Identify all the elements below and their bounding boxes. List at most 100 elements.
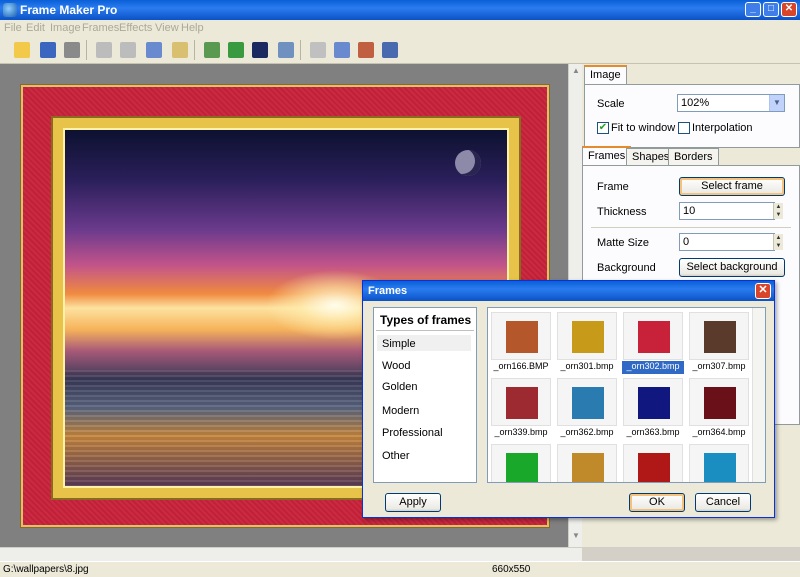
cancel-button[interactable]: Cancel <box>695 493 751 512</box>
print-icon[interactable] <box>64 42 80 58</box>
thumbnail-caption: _orn302.bmp <box>622 361 684 374</box>
ok-button[interactable]: OK <box>629 493 685 512</box>
frame-swatch <box>638 387 670 419</box>
select-background-button[interactable]: Select background <box>679 258 785 277</box>
window-title: Frame Maker Pro <box>20 3 118 17</box>
tab-borders[interactable]: Borders <box>668 148 719 166</box>
frame-swatch <box>506 387 538 419</box>
thumbnail-caption: _orn301.bmp <box>560 361 614 371</box>
thumbnail-image <box>491 312 551 360</box>
scale-dropdown[interactable]: 102% ▼ <box>677 94 785 112</box>
scale-label: Scale <box>597 98 625 110</box>
menu-edit[interactable]: Edit <box>26 22 45 34</box>
toolbar-separator <box>194 40 195 60</box>
frame-type-wood[interactable]: Wood <box>382 360 411 372</box>
thickness-spinner[interactable]: ▲ ▼ <box>773 203 783 219</box>
frame-thumbnail[interactable]: _orn301.bmp <box>556 310 618 374</box>
frame-label: Frame <box>597 181 629 193</box>
copy-icon[interactable] <box>146 42 162 58</box>
save-icon[interactable] <box>40 42 56 58</box>
maximize-button[interactable]: □ <box>763 2 779 17</box>
image-tab-page: Scale 102% ▼ ✔ Fit to window Interpolati… <box>584 84 800 148</box>
thumbnail-caption: _orn362.bmp <box>560 427 614 437</box>
frame-type-professional[interactable]: Professional <box>382 427 443 439</box>
select-frame-button[interactable]: Select frame <box>679 177 785 196</box>
canvas-horizontal-scrollbar[interactable] <box>0 547 582 561</box>
thumbnail-caption: _orn364.bmp <box>692 427 746 437</box>
frame-types-list: Types of frames Simple Wood Golden Moder… <box>373 307 477 483</box>
divider <box>591 227 791 228</box>
thumbnail-image <box>689 378 749 426</box>
matte-size-input[interactable]: 0 <box>679 233 775 251</box>
divider <box>376 330 474 331</box>
open-icon[interactable] <box>14 42 30 58</box>
thumbnail-image <box>623 378 683 426</box>
frame-thumbnails-grid: _orn166.BMP _orn301.bmp _orn302.bmp _orn307… <box>487 307 766 483</box>
frame-thumbnail[interactable]: _orn362.bmp <box>556 376 618 440</box>
thumbnail-image <box>557 444 617 482</box>
paste-icon[interactable] <box>172 42 188 58</box>
crop-icon[interactable] <box>310 42 326 58</box>
scroll-down-icon[interactable]: ▼ <box>570 531 582 543</box>
frame-icon[interactable] <box>252 42 268 58</box>
frame-thumbnail[interactable]: _orn339.bmp <box>490 376 552 440</box>
dialog-close-icon[interactable]: ✕ <box>755 283 771 299</box>
apply-button[interactable]: Apply <box>385 493 441 512</box>
tab-image[interactable]: Image <box>584 65 627 85</box>
thumbnail-image <box>557 312 617 360</box>
frame-type-golden[interactable]: Golden <box>382 381 417 393</box>
resize-icon[interactable] <box>334 42 350 58</box>
frame-swatch <box>506 453 538 482</box>
brush-icon[interactable] <box>278 42 294 58</box>
picture-icon[interactable] <box>228 42 244 58</box>
menu-file[interactable]: File <box>4 22 22 34</box>
frame-thumbnail[interactable]: _orn302.bmp <box>622 310 684 374</box>
toolbar-separator <box>86 40 87 60</box>
frame-thumbnail[interactable] <box>688 442 750 482</box>
thumbnail-caption: _orn339.bmp <box>494 427 548 437</box>
frame-thumbnail[interactable]: _orn307.bmp <box>688 310 750 374</box>
toolbar-separator <box>300 40 301 60</box>
menu-image[interactable]: Image <box>50 22 81 34</box>
menu-bar: File Edit Image Frames Effects View Help <box>0 20 800 36</box>
undo-icon[interactable] <box>96 42 112 58</box>
text-icon[interactable] <box>358 42 374 58</box>
frame-thumbnail[interactable]: _orn364.bmp <box>688 376 750 440</box>
frame-thumbnail[interactable]: _orn363.bmp <box>622 376 684 440</box>
menu-frames[interactable]: Frames <box>82 22 119 34</box>
frame-type-other[interactable]: Other <box>382 450 410 462</box>
scroll-up-icon[interactable]: ▲ <box>570 66 582 78</box>
background-label: Background <box>597 262 656 274</box>
frame-swatch <box>572 387 604 419</box>
scale-value: 102% <box>681 97 710 109</box>
menu-help[interactable]: Help <box>181 22 204 34</box>
menu-view[interactable]: View <box>155 22 179 34</box>
document-icon[interactable] <box>382 42 398 58</box>
thumbnail-caption: _orn363.bmp <box>626 427 680 437</box>
status-bar: G:\wallpapers\8.jpg 660x550 <box>0 561 800 577</box>
thumbnail-caption: _orn166.BMP <box>493 361 549 371</box>
fit-to-window-checkbox[interactable]: ✔ <box>597 122 609 134</box>
matte-size-spinner[interactable]: ▲ ▼ <box>773 234 783 250</box>
thickness-input[interactable]: 10 <box>679 202 775 220</box>
matte-size-label: Matte Size <box>597 237 649 249</box>
redo-icon[interactable] <box>120 42 136 58</box>
frame-swatch <box>704 453 736 482</box>
frame-type-simple[interactable]: Simple <box>382 338 416 350</box>
menu-effects[interactable]: Effects <box>119 22 152 34</box>
interpolation-checkbox[interactable] <box>678 122 690 134</box>
chevron-down-icon[interactable]: ▼ <box>769 95 784 111</box>
tab-frames[interactable]: Frames <box>582 146 632 166</box>
close-button[interactable]: ✕ <box>781 2 797 17</box>
frame-type-modern[interactable]: Modern <box>382 405 419 417</box>
frame-swatch <box>638 321 670 353</box>
title-bar: Frame Maker Pro _ □ ✕ <box>0 0 800 20</box>
minimize-button[interactable]: _ <box>745 2 761 17</box>
frame-thumbnail[interactable] <box>622 442 684 482</box>
thumbnail-image <box>557 378 617 426</box>
frame-thumbnail[interactable] <box>556 442 618 482</box>
image-icon[interactable] <box>204 42 220 58</box>
frame-thumbnail[interactable] <box>490 442 552 482</box>
frame-thumbnail[interactable]: _orn166.BMP <box>490 310 552 374</box>
thumbnails-scrollbar[interactable] <box>752 308 765 482</box>
